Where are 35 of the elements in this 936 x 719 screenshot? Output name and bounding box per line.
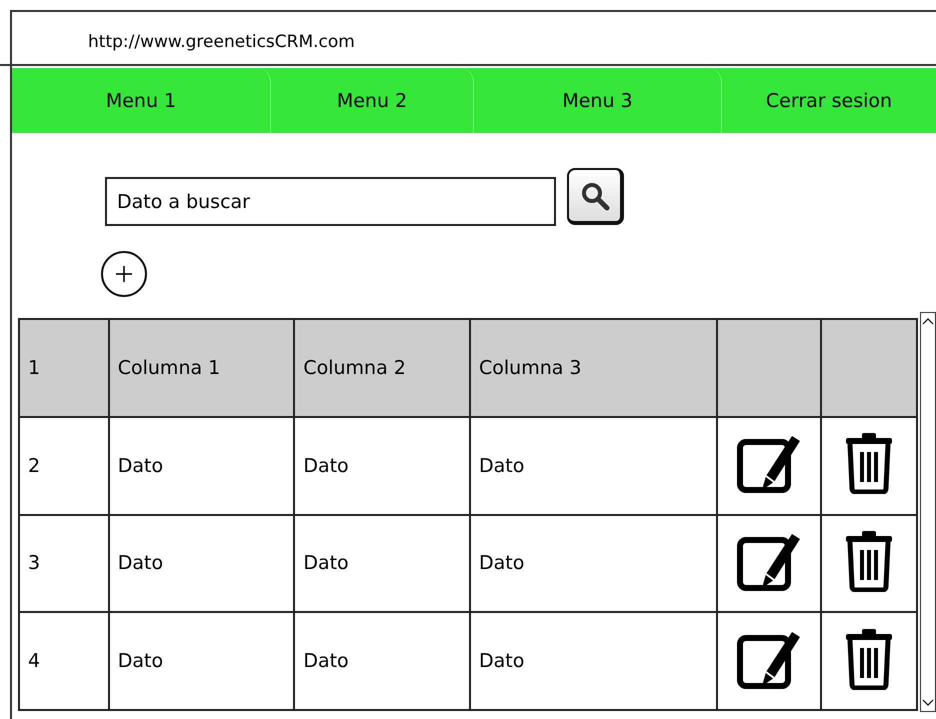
search-icon (580, 180, 610, 210)
header-cell: Columna 2 (294, 319, 470, 417)
add-button[interactable] (101, 251, 147, 297)
table-cell: 2 (19, 416, 109, 514)
caret-up-icon (922, 317, 934, 325)
trash-icon (844, 628, 894, 690)
url-text: http://www.greeneticsCRM.com (88, 32, 355, 52)
plus-icon (114, 264, 134, 284)
trash-icon (844, 530, 894, 592)
delete-button[interactable] (844, 628, 894, 690)
header-cell: Columna 1 (108, 319, 294, 417)
header-cell: 1 (19, 319, 109, 417)
delete-button[interactable] (844, 530, 894, 592)
trash-icon (844, 432, 894, 494)
table-cell: Dato (294, 612, 470, 710)
table-cell: Dato (108, 612, 294, 710)
delete-button[interactable] (844, 432, 894, 494)
table-cell: Dato (294, 514, 470, 612)
menu-tab[interactable]: Cerrar sesion (722, 68, 936, 133)
table-cell: Dato (470, 416, 718, 514)
search-button[interactable] (567, 168, 624, 225)
caret-down-icon (922, 699, 934, 707)
table-cell: Dato (108, 514, 294, 612)
table-cell: Dato (108, 416, 294, 514)
menu-tab[interactable]: Menu 2 (271, 68, 474, 133)
menu-tab[interactable]: Menu 3 (474, 68, 722, 133)
table-cell: Dato (294, 416, 470, 514)
search-field[interactable]: Dato a buscar (105, 177, 556, 226)
table-cell: 3 (19, 514, 109, 612)
header-cell: Columna 3 (470, 319, 718, 417)
table-cell: Dato (470, 514, 718, 612)
menu-tab[interactable]: Menu 1 (12, 68, 271, 133)
table-cell: Dato (470, 612, 718, 710)
scrollbar[interactable] (920, 312, 936, 712)
table-cell: 4 (19, 612, 109, 710)
